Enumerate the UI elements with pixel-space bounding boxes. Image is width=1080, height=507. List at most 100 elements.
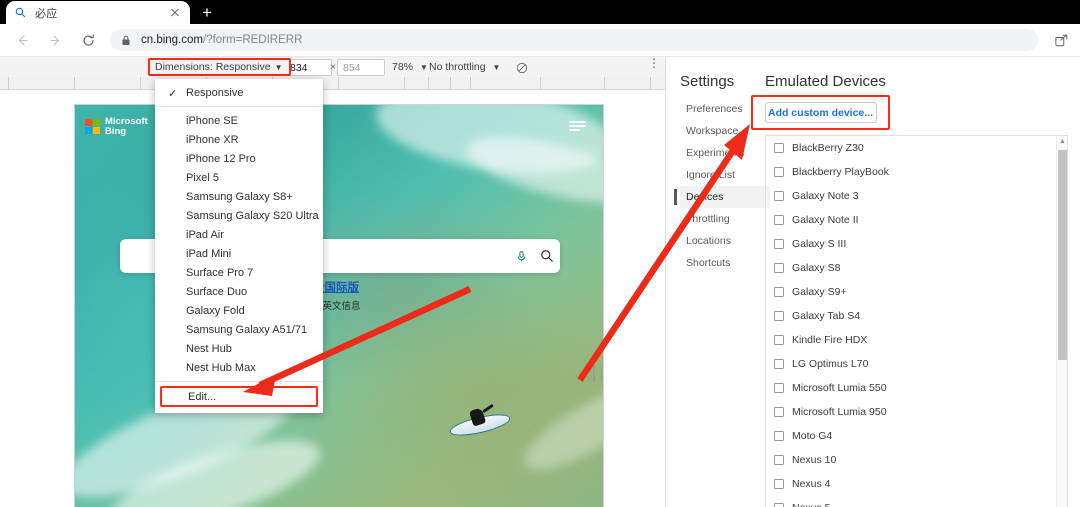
device-checkbox[interactable]: [774, 455, 784, 465]
menu-item-label: iPhone 12 Pro: [186, 152, 256, 165]
device-checkbox[interactable]: [774, 239, 784, 249]
device-checkbox[interactable]: [774, 311, 784, 321]
menu-item-responsive[interactable]: ✓ Responsive: [155, 83, 323, 102]
emulated-devices-list[interactable]: BlackBerry Z30 Blackberry PlayBook Galaxy …: [765, 135, 1068, 507]
devices-list-scrollbar[interactable]: ▲: [1056, 136, 1067, 507]
menu-item-device[interactable]: Nest Hub Max: [155, 358, 323, 377]
device-checkbox[interactable]: [774, 479, 784, 489]
chevron-down-icon: ▼: [274, 62, 283, 72]
device-checkbox[interactable]: [774, 191, 784, 201]
device-checkbox[interactable]: [774, 143, 784, 153]
menu-item-device[interactable]: Samsung Galaxy S8+: [155, 187, 323, 206]
close-icon[interactable]: [168, 6, 182, 20]
device-checkbox[interactable]: [774, 503, 784, 507]
menu-item-device[interactable]: Surface Duo: [155, 282, 323, 301]
device-list-row[interactable]: Galaxy S III: [766, 232, 1067, 256]
device-checkbox[interactable]: [774, 263, 784, 273]
device-list-row[interactable]: Galaxy Note 3: [766, 184, 1067, 208]
search-icon: [14, 6, 27, 19]
three-dots-vertical-icon[interactable]: ⋮: [648, 57, 660, 69]
settings-nav-item-locations[interactable]: Locations: [680, 230, 770, 252]
device-list-row[interactable]: Galaxy S9+: [766, 280, 1067, 304]
device-list-row[interactable]: Galaxy S8: [766, 256, 1067, 280]
device-list-row[interactable]: Nexus 5: [766, 496, 1067, 507]
device-label: Kindle Fire HDX: [792, 334, 868, 346]
settings-nav-item-ignore-list[interactable]: Ignore List: [680, 164, 770, 186]
settings-nav-item-devices[interactable]: Devices: [674, 186, 770, 208]
device-checkbox[interactable]: [774, 335, 784, 345]
device-checkbox[interactable]: [774, 383, 784, 393]
device-list-row[interactable]: Blackberry PlayBook: [766, 160, 1067, 184]
device-list-row[interactable]: Galaxy Note II: [766, 208, 1067, 232]
menu-item-label: Nest Hub: [186, 342, 232, 355]
scrollbar-thumb[interactable]: [1058, 150, 1067, 360]
add-custom-device-button[interactable]: Add custom device...: [764, 102, 877, 123]
device-label: Galaxy S8: [792, 262, 841, 274]
device-label: Nexus 5: [792, 502, 831, 507]
menu-item-device[interactable]: iPhone 12 Pro: [155, 149, 323, 168]
settings-title: Settings: [680, 73, 735, 90]
device-list-row[interactable]: Microsoft Lumia 550: [766, 376, 1067, 400]
device-checkbox[interactable]: [774, 359, 784, 369]
menu-item-device[interactable]: Nest Hub: [155, 339, 323, 358]
device-list-row[interactable]: BlackBerry Z30: [766, 136, 1067, 160]
throttling-dropdown-button[interactable]: No throttling ▼: [429, 61, 500, 73]
settings-nav-item-throttling[interactable]: Throttling: [680, 208, 770, 230]
menu-item-device[interactable]: Surface Pro 7: [155, 263, 323, 282]
settings-nav-item-shortcuts[interactable]: Shortcuts: [680, 252, 770, 274]
search-icon[interactable]: [534, 243, 560, 269]
device-checkbox[interactable]: [774, 407, 784, 417]
device-list-row[interactable]: Nexus 4: [766, 472, 1067, 496]
device-list-row[interactable]: Galaxy Tab S4: [766, 304, 1067, 328]
menu-item-device[interactable]: iPhone XR: [155, 130, 323, 149]
device-list-row[interactable]: Moto G4: [766, 424, 1067, 448]
zoom-dropdown-button[interactable]: 78% ▼: [392, 61, 428, 73]
menu-item-device[interactable]: iPad Mini: [155, 244, 323, 263]
microphone-icon[interactable]: [508, 243, 534, 269]
device-checkbox[interactable]: [774, 287, 784, 297]
device-checkbox[interactable]: [774, 167, 784, 177]
viewport-height-input[interactable]: 854: [337, 59, 385, 76]
menu-item-edit[interactable]: Edit...: [160, 386, 318, 407]
emulated-page-viewport[interactable]: Microsoft Bing 全国际版 球英文信息: [74, 104, 604, 507]
menu-divider: [155, 106, 323, 107]
browser-tab[interactable]: 必应: [6, 1, 190, 24]
device-list-row[interactable]: Microsoft Lumia 950: [766, 400, 1067, 424]
menu-item-device[interactable]: iPad Air: [155, 225, 323, 244]
device-label: Microsoft Lumia 950: [792, 406, 887, 418]
scroll-up-icon[interactable]: ▲: [1057, 136, 1067, 147]
device-list-row[interactable]: LG Optimus L70: [766, 352, 1067, 376]
device-list-row[interactable]: Kindle Fire HDX: [766, 328, 1067, 352]
menu-item-device[interactable]: iPhone SE: [155, 111, 323, 130]
menu-item-label: Samsung Galaxy S8+: [186, 190, 293, 203]
menu-item-device[interactable]: Galaxy Fold: [155, 301, 323, 320]
viewport-resize-handle[interactable]: [593, 363, 602, 383]
settings-nav-item-experiments[interactable]: Experiments: [680, 142, 770, 164]
device-label: Blackberry PlayBook: [792, 166, 889, 178]
settings-nav-label: Experiments: [686, 147, 745, 159]
menu-item-device[interactable]: Samsung Galaxy A51/71: [155, 320, 323, 339]
bing-logo-text: Microsoft Bing: [105, 117, 148, 136]
logo-line-bing: Bing: [105, 125, 127, 137]
new-tab-button[interactable]: +: [198, 4, 216, 22]
url-path: /?form=REDIRERR: [203, 34, 303, 46]
reload-icon[interactable]: [74, 26, 102, 54]
dimensions-dropdown-button[interactable]: Dimensions: Responsive ▼: [148, 58, 291, 76]
device-checkbox[interactable]: [774, 215, 784, 225]
hamburger-menu-icon[interactable]: [569, 119, 589, 133]
address-bar[interactable]: cn.bing.com/?form=REDIRERR: [110, 29, 1038, 51]
device-label: Moto G4: [792, 430, 833, 442]
microsoft-bing-logo[interactable]: Microsoft Bing: [85, 117, 148, 136]
device-checkbox[interactable]: [774, 431, 784, 441]
menu-item-device[interactable]: Samsung Galaxy S20 Ultra: [155, 206, 323, 225]
share-icon[interactable]: [1048, 27, 1074, 53]
device-list-dropdown-menu[interactable]: ✓ Responsive iPhone SE iPhone XR iPhone 12…: [155, 79, 323, 413]
browser-toolbar: cn.bing.com/?form=REDIRERR: [0, 24, 1080, 57]
device-list-row[interactable]: Nexus 10: [766, 448, 1067, 472]
viewport-width-input[interactable]: 834: [284, 59, 332, 76]
forward-arrow-icon[interactable]: [41, 26, 69, 54]
device-label: Galaxy Tab S4: [792, 310, 861, 322]
back-arrow-icon[interactable]: [8, 26, 36, 54]
device-label: BlackBerry Z30: [792, 142, 864, 154]
menu-item-device[interactable]: Pixel 5: [155, 168, 323, 187]
